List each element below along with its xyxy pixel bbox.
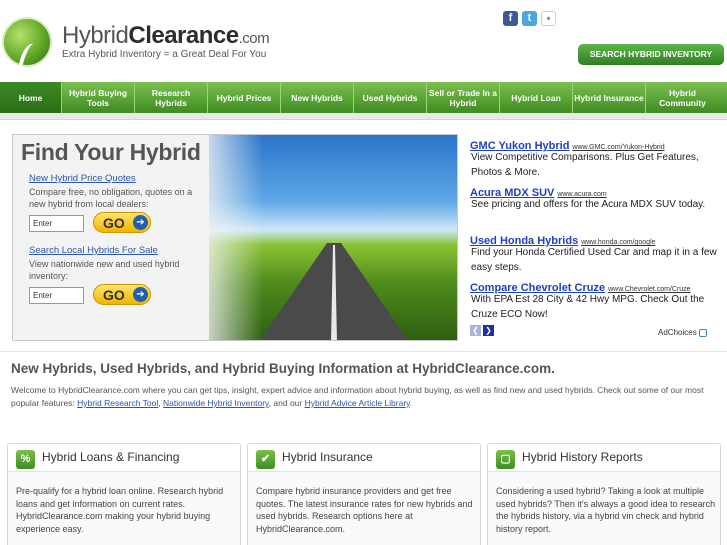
- find-your-hybrid-panel: Find Your Hybrid New Hybrid Price Quotes…: [12, 134, 458, 341]
- box-header: % Hybrid Loans & Financing: [8, 444, 240, 472]
- search-go-button[interactable]: GO ➔: [93, 284, 151, 305]
- box-title[interactable]: Hybrid Insurance: [282, 450, 373, 464]
- ad-description: See pricing and offers for the Acura MDX…: [471, 199, 706, 210]
- nav-item-used-hybrids[interactable]: Used Hybrids: [354, 82, 427, 113]
- site-logo-text[interactable]: HybridClearance.com: [62, 22, 270, 50]
- ad-next-button[interactable]: ❯: [483, 325, 494, 336]
- nav-item-hybrid-community[interactable]: Hybrid Community: [646, 82, 719, 113]
- nav-item-hybrid-buying-tools[interactable]: Hybrid Buying Tools: [62, 82, 135, 113]
- logo-icon[interactable]: [2, 17, 52, 81]
- go-label: GO: [103, 215, 125, 231]
- adchoices-label: AdChoices: [658, 328, 697, 337]
- ad-prev-button[interactable]: ❮: [470, 325, 481, 336]
- ad-description: Find your Honda Certified Used Car and m…: [471, 247, 717, 273]
- quote-zip-input[interactable]: [29, 215, 84, 232]
- arrow-right-icon: ➔: [133, 215, 148, 230]
- adchoices-link[interactable]: AdChoices: [658, 328, 707, 337]
- go-label: GO: [103, 287, 125, 303]
- nav-item-home[interactable]: Home: [0, 82, 62, 113]
- quote-description: Compare free, no obligation, quotes on a…: [29, 187, 193, 209]
- section-divider: [0, 351, 727, 352]
- hybrid-history-box: ▢ Hybrid History Reports Considering a u…: [487, 443, 721, 545]
- social-leaf-icon[interactable]: •: [541, 11, 556, 26]
- nav-underline: [0, 113, 727, 120]
- hybrid-research-tool-link[interactable]: Hybrid Research Tool: [77, 398, 158, 408]
- nav-item-research-hybrids[interactable]: Research Hybrids: [135, 82, 208, 113]
- box-text: Pre-qualify for a hybrid loan online. Re…: [16, 486, 224, 534]
- site-tagline: Extra Hybrid Inventory = a Great Deal Fo…: [62, 49, 267, 60]
- logo-suffix: .com: [238, 30, 270, 47]
- box-text: Considering a used hybrid? Taking a look…: [496, 486, 716, 534]
- intro-separator: , and our: [268, 398, 305, 408]
- report-icon: ▢: [496, 450, 515, 469]
- advice-library-link[interactable]: Hybrid Advice Article Library: [305, 398, 410, 408]
- ad-description: View Competitive Comparisons. Plus Get F…: [471, 152, 699, 178]
- hero-title: Find Your Hybrid: [21, 139, 201, 165]
- search-local-hybrids-link[interactable]: Search Local Hybrids For Sale: [29, 245, 158, 256]
- hybrid-insurance-box: ✔ Hybrid Insurance Compare hybrid insura…: [247, 443, 481, 545]
- hybrid-loans-box: % Hybrid Loans & Financing Pre-qualify f…: [7, 443, 241, 545]
- search-zip-input[interactable]: [29, 287, 84, 304]
- logo-strong: Clearance: [128, 22, 239, 49]
- main-nav: Home Hybrid Buying Tools Research Hybrid…: [0, 82, 727, 113]
- facebook-icon[interactable]: f: [503, 11, 518, 26]
- intro-text-end: .: [409, 398, 413, 408]
- box-title[interactable]: Hybrid History Reports: [522, 450, 643, 464]
- search-hybrid-inventory-button[interactable]: SEARCH HYBRID INVENTORY: [578, 44, 724, 65]
- box-header: ✔ Hybrid Insurance: [248, 444, 480, 472]
- ad-description: With EPA Est 28 City & 42 Hwy MPG. Check…: [471, 294, 705, 320]
- nav-item-hybrid-loan[interactable]: Hybrid Loan: [500, 82, 573, 113]
- nav-item-hybrid-insurance[interactable]: Hybrid Insurance: [573, 82, 646, 113]
- nationwide-inventory-link[interactable]: Nationwide Hybrid Inventory: [163, 398, 269, 408]
- adchoices-icon: [698, 328, 707, 337]
- quote-go-button[interactable]: GO ➔: [93, 212, 151, 233]
- nav-item-hybrid-prices[interactable]: Hybrid Prices: [208, 82, 281, 113]
- checkmark-icon: ✔: [256, 450, 275, 469]
- site-header: HybridClearance.com Extra Hybrid Invento…: [0, 0, 727, 82]
- box-text: Compare hybrid insurance providers and g…: [256, 486, 473, 534]
- logo-road-shape: [14, 41, 42, 81]
- intro-paragraph: Welcome to HybridClearance.com where you…: [11, 384, 723, 410]
- intro-heading: New Hybrids, Used Hybrids, and Hybrid Bu…: [11, 361, 555, 376]
- search-description: View nationwide new and used hybrid inve…: [29, 259, 180, 281]
- new-hybrid-price-quotes-link[interactable]: New Hybrid Price Quotes: [29, 173, 136, 184]
- photo-fade: [193, 135, 263, 340]
- box-header: ▢ Hybrid History Reports: [488, 444, 720, 472]
- twitter-icon[interactable]: t: [522, 11, 537, 26]
- nav-item-sell-or-trade[interactable]: Sell or Trade In a Hybrid: [427, 82, 500, 113]
- nav-item-new-hybrids[interactable]: New Hybrids: [281, 82, 354, 113]
- sponsored-ads: GMC Yukon Hybrid www.GMC.com/Yukon-Hybrid…: [467, 134, 723, 341]
- box-title[interactable]: Hybrid Loans & Financing: [42, 450, 179, 464]
- percent-icon: %: [16, 450, 35, 469]
- arrow-right-icon: ➔: [133, 287, 148, 302]
- logo-prefix: Hybrid: [62, 22, 129, 49]
